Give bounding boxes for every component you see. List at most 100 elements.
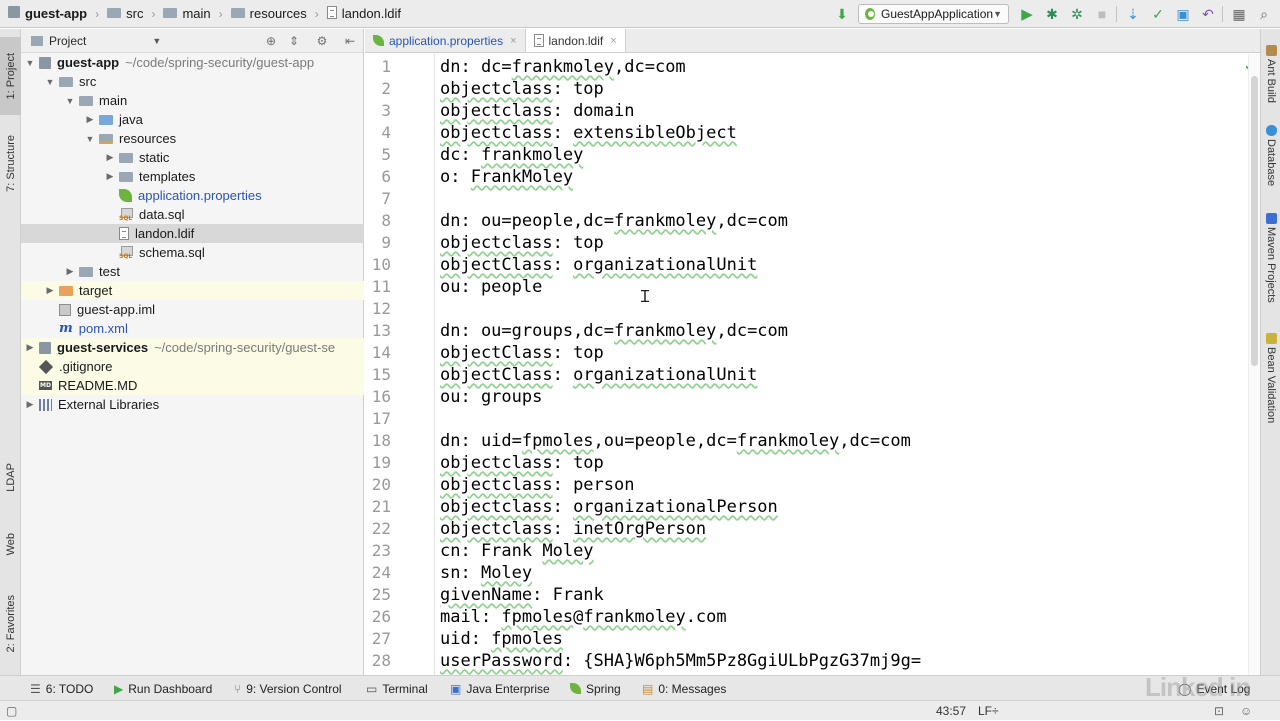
debug-icon[interactable]: ✱	[1044, 6, 1060, 22]
tool-window-terminal[interactable]: ▭ Terminal	[366, 676, 428, 701]
tool-window-spring[interactable]: Spring	[570, 676, 621, 701]
tab-landon-ldif[interactable]: landon.ldif ×	[524, 29, 626, 52]
settings-gear-icon[interactable]: ⚙	[315, 34, 329, 48]
tree-item-application-properties[interactable]: application.properties	[21, 186, 364, 205]
editor-gutter[interactable]: 1 2 3 4 5 6 7 8 9 10 11 12 13 14 15 16 17 18 19 20 21 22 23 24 2…	[365, 54, 435, 675]
scrollbar-thumb[interactable]	[1251, 76, 1258, 366]
run-icon[interactable]: ▶	[1019, 6, 1035, 23]
tool-window-todo[interactable]: ☰ 6: TODO	[30, 676, 93, 701]
inspector-icon[interactable]: ☺	[1240, 701, 1252, 721]
code-line[interactable]: givenName: Frank	[440, 585, 604, 605]
tool-tab-ldap[interactable]: LDAP	[0, 457, 21, 497]
expanded-arrow-icon[interactable]: ▼	[85, 134, 95, 144]
code-line[interactable]: dn: dc=frankmoley,dc=com	[440, 57, 686, 77]
code-line[interactable]: o: FrankMoley	[440, 167, 573, 187]
hide-panel-icon[interactable]: ⇤	[343, 34, 357, 48]
tree-item-test[interactable]: ▶ test	[21, 262, 364, 281]
vcs-history-icon[interactable]: ▣	[1175, 6, 1191, 22]
tree-item-data-sql[interactable]: data.sql	[21, 205, 364, 224]
code-line[interactable]: mail: fpmoles@frankmoley.com	[440, 607, 727, 627]
tool-tab-structure[interactable]: 7: Structure	[0, 123, 21, 203]
code-line[interactable]: cn: Frank Moley	[440, 541, 594, 561]
code-line[interactable]: ou: groups	[440, 387, 542, 407]
tool-window-java-enterprise[interactable]: ▣ Java Enterprise	[450, 676, 550, 701]
tree-item-schema-sql[interactable]: schema.sql	[21, 243, 364, 262]
tree-item-templates[interactable]: ▶ templates	[21, 167, 364, 186]
locate-target-icon[interactable]: ⊕	[264, 34, 278, 48]
expanded-arrow-icon[interactable]: ▼	[65, 96, 75, 106]
tool-tab-web[interactable]: Web	[0, 521, 21, 567]
code-line[interactable]: ou: people	[440, 277, 542, 297]
tree-item-target[interactable]: ▶ target	[21, 281, 364, 300]
code-line[interactable]: dn: uid=fpmoles,ou=people,dc=frankmoley,…	[440, 431, 911, 451]
code-line[interactable]: dn: ou=people,dc=frankmoley,dc=com	[440, 211, 788, 231]
tree-item-pom-xml[interactable]: m pom.xml	[21, 319, 364, 338]
collapse-all-icon[interactable]: ⇕	[287, 34, 301, 48]
line-separator[interactable]: LF÷	[978, 701, 999, 721]
project-structure-icon[interactable]: ▦	[1231, 6, 1247, 22]
tree-item-guest-services[interactable]: ▶ guest-services ~/code/spring-security/gu…	[21, 338, 364, 357]
code-line[interactable]: objectclass: top	[440, 79, 604, 99]
code-line[interactable]: objectclass: top	[440, 453, 604, 473]
tree-item-static[interactable]: ▶ static	[21, 148, 364, 167]
breadcrumb-resources[interactable]: resources ›	[223, 0, 319, 28]
collapsed-arrow-icon[interactable]: ▶	[105, 171, 115, 182]
tool-tab-project[interactable]: 1: Project	[0, 37, 21, 115]
collapsed-arrow-icon[interactable]: ▶	[25, 342, 35, 353]
tool-tab-database[interactable]: Database	[1261, 125, 1280, 186]
code-line[interactable]: sn: Moley	[440, 563, 532, 583]
tree-item-src[interactable]: ▼ src	[21, 72, 364, 91]
code-line[interactable]: objectclass: top	[440, 233, 604, 253]
code-line[interactable]: objectclass: extensibleObject	[440, 123, 737, 143]
code-editor[interactable]: dn: dc=frankmoley,dc=com objectclass: top…	[436, 54, 1248, 675]
collapsed-arrow-icon[interactable]: ▶	[25, 399, 35, 410]
collapsed-arrow-icon[interactable]: ▶	[45, 285, 55, 296]
code-line[interactable]: dc: frankmoley	[440, 145, 583, 165]
tool-window-version-control[interactable]: ⑂ 9: Version Control	[234, 676, 342, 701]
tree-item-readme-md[interactable]: MD README.MD	[21, 376, 364, 395]
code-line[interactable]: userPassword: {SHA}W6ph5Mm5Pz8GgiULbPgzG…	[440, 651, 921, 671]
breadcrumb-landon-ldif[interactable]: landon.ldif	[319, 0, 401, 28]
code-line[interactable]: objectClass: organizationalUnit	[440, 365, 757, 385]
vcs-update-icon[interactable]: ⇣	[1125, 6, 1141, 22]
tree-item-guest-app[interactable]: ▼ guest-app ~/code/spring-security/guest-a…	[21, 53, 364, 72]
run-with-coverage-icon[interactable]: ✲	[1069, 6, 1085, 22]
tree-item-gitignore[interactable]: .gitignore	[21, 357, 364, 376]
collapsed-arrow-icon[interactable]: ▶	[85, 114, 95, 125]
close-tab-icon[interactable]: ×	[510, 35, 516, 47]
code-line[interactable]: objectClass: top	[440, 343, 604, 363]
lock-icon[interactable]: ⊡	[1214, 701, 1224, 721]
tool-tab-favorites[interactable]: 2: Favorites	[0, 581, 21, 667]
code-line[interactable]: objectclass: inetOrgPerson	[440, 519, 706, 539]
tree-item-main[interactable]: ▼ main	[21, 91, 364, 110]
collapsed-arrow-icon[interactable]: ▶	[105, 152, 115, 163]
tool-window-run-dashboard[interactable]: ▶ Run Dashboard	[114, 676, 212, 701]
vcs-revert-icon[interactable]: ↶	[1200, 6, 1216, 22]
code-line[interactable]: dn: ou=groups,dc=frankmoley,dc=com	[440, 321, 788, 341]
tree-item-external-libraries[interactable]: ▶ External Libraries	[21, 395, 364, 414]
tree-item-landon-ldif[interactable]: landon.ldif	[21, 224, 364, 243]
expanded-arrow-icon[interactable]: ▼	[25, 58, 35, 68]
code-line[interactable]: objectclass: domain	[440, 101, 634, 121]
tab-application-properties[interactable]: application.properties ×	[365, 29, 525, 52]
run-configuration-select[interactable]: GuestAppApplication ▼	[858, 4, 1009, 24]
breadcrumb-src[interactable]: src ›	[99, 0, 155, 28]
tree-item-guest-app-iml[interactable]: guest-app.iml	[21, 300, 364, 319]
close-tab-icon[interactable]: ×	[610, 35, 616, 47]
tree-item-resources[interactable]: ▼ resources	[21, 129, 364, 148]
code-line[interactable]: objectClass: organizationalUnit	[440, 255, 757, 275]
toggle-tool-windows-icon[interactable]: ▢	[6, 701, 17, 721]
tool-tab-ant-build[interactable]: Ant Build	[1261, 45, 1280, 103]
tool-tab-bean-validation[interactable]: Bean Validation	[1261, 333, 1280, 423]
stop-icon[interactable]: ■	[1094, 6, 1110, 22]
code-line[interactable]: uid: fpmoles	[440, 629, 563, 649]
breadcrumb-main[interactable]: main ›	[155, 0, 223, 28]
build-hammer-icon[interactable]: ⬇	[834, 6, 850, 22]
code-line[interactable]: objectclass: person	[440, 475, 634, 495]
tool-window-messages[interactable]: ▤ 0: Messages	[642, 676, 726, 701]
editor-scrollbar[interactable]	[1248, 54, 1260, 675]
code-line[interactable]: objectclass: organizationalPerson	[440, 497, 778, 517]
tree-item-java[interactable]: ▶ java	[21, 110, 364, 129]
collapsed-arrow-icon[interactable]: ▶	[65, 266, 75, 277]
breadcrumb-guest-app[interactable]: guest-app ›	[0, 0, 99, 28]
